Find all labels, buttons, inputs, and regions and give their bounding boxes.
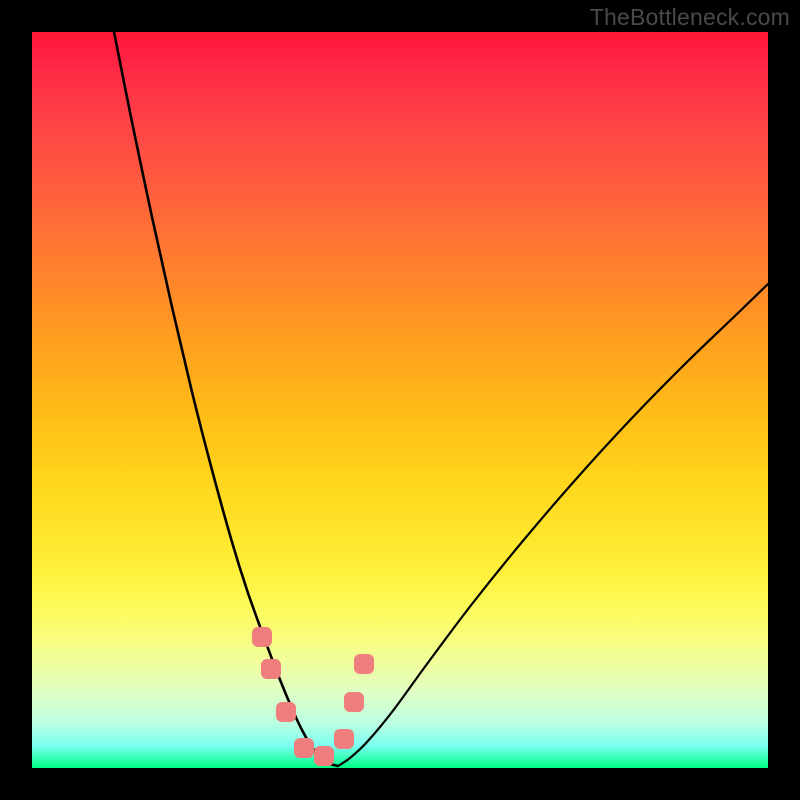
zone-marker — [344, 692, 364, 712]
zone-marker — [354, 654, 374, 674]
zone-marker — [334, 729, 354, 749]
zone-marker — [252, 627, 272, 647]
outer-frame: TheBottleneck.com — [0, 0, 800, 800]
watermark-text: TheBottleneck.com — [590, 4, 790, 31]
zone-marker — [276, 702, 296, 722]
curve-layer — [32, 32, 768, 768]
curve-left-path — [114, 32, 338, 766]
zone-marker — [294, 738, 314, 758]
zone-marker — [261, 659, 281, 679]
zone-markers-group — [252, 627, 374, 766]
curve-right-path — [338, 284, 768, 766]
plot-area — [32, 32, 768, 768]
zone-marker — [314, 746, 334, 766]
